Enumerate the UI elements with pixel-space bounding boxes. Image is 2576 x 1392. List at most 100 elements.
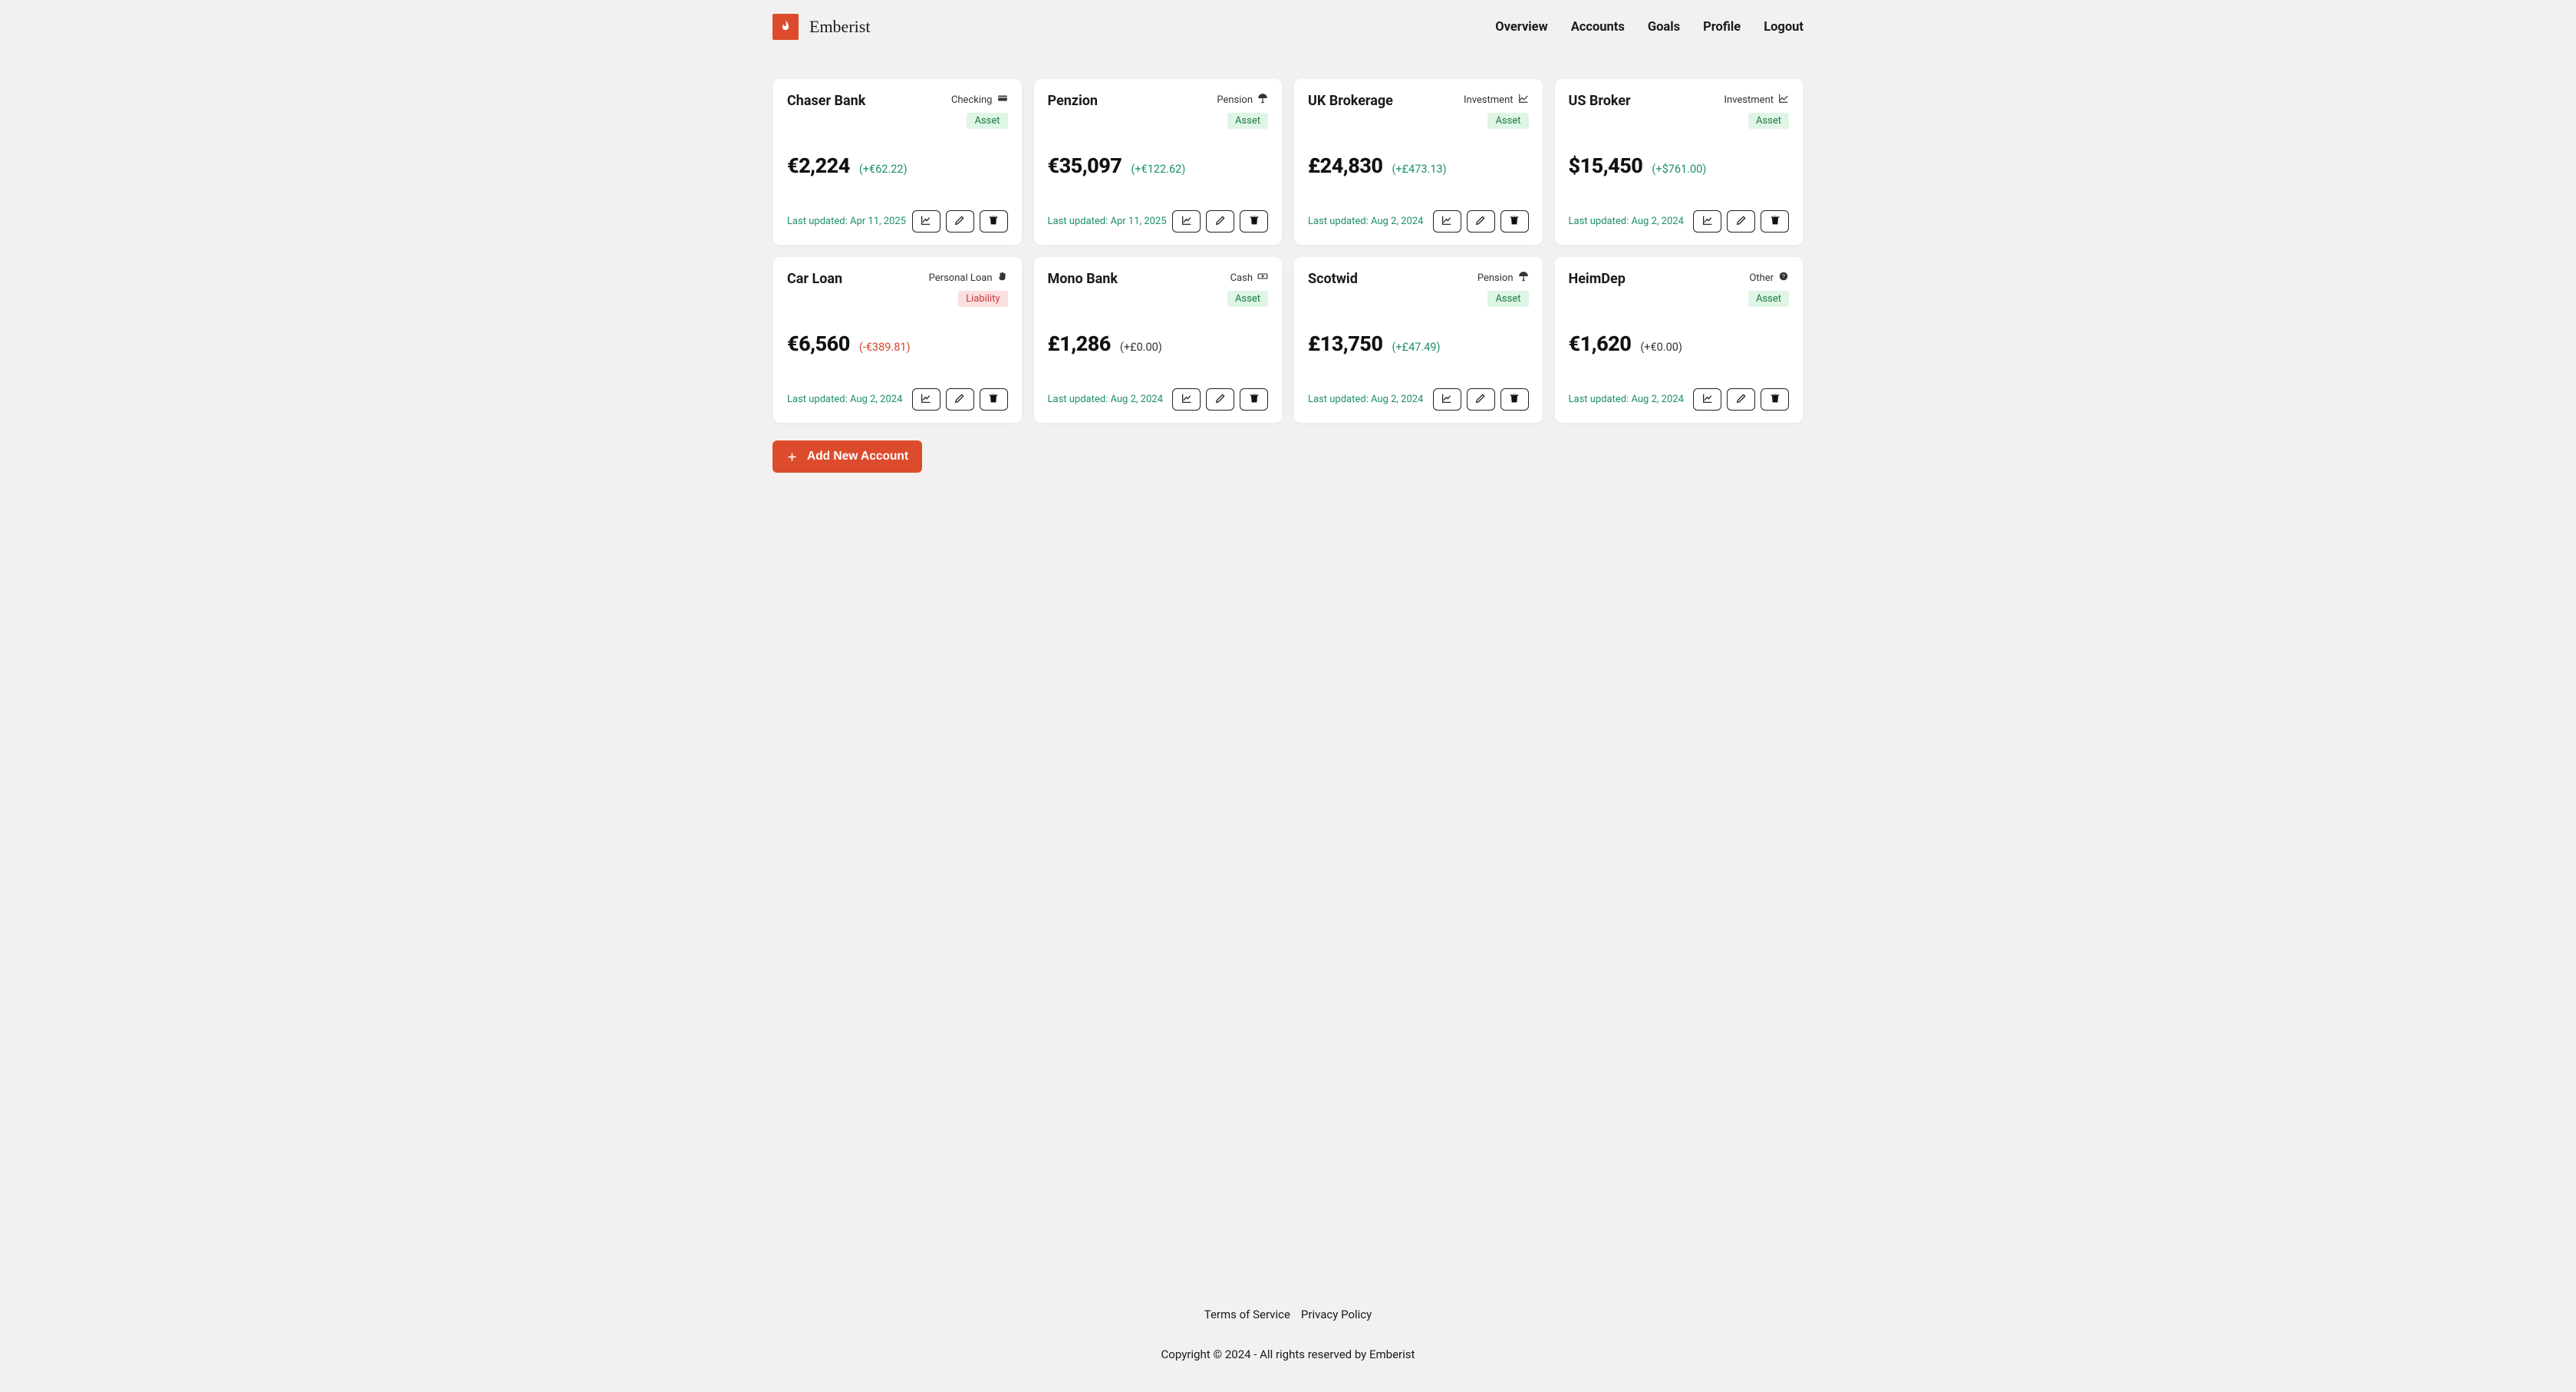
delete-button[interactable] xyxy=(1761,210,1789,233)
chart-button[interactable] xyxy=(1172,388,1201,411)
flame-icon xyxy=(772,14,799,40)
account-name: UK Brokerage xyxy=(1308,93,1393,109)
pencil-icon xyxy=(1214,392,1227,407)
add-account-button[interactable]: Add New Account xyxy=(772,440,922,473)
trash-icon xyxy=(1248,392,1260,407)
line-chart-icon xyxy=(920,392,932,407)
trash-icon xyxy=(987,392,1000,407)
chart-button[interactable] xyxy=(1693,388,1721,411)
pencil-icon xyxy=(954,214,966,229)
account-type: Cash xyxy=(1230,271,1268,285)
chart-button[interactable] xyxy=(912,388,940,411)
brand-name: Emberist xyxy=(809,17,870,37)
delete-button[interactable] xyxy=(980,210,1008,233)
account-card: UK Brokerage Investment Asset £24,830 (+… xyxy=(1293,78,1543,246)
account-name: Mono Bank xyxy=(1048,271,1118,287)
account-updated: Last updated: Aug 2, 2024 xyxy=(1048,394,1163,405)
trash-icon xyxy=(1508,392,1520,407)
edit-button[interactable] xyxy=(1727,388,1755,411)
edit-button[interactable] xyxy=(1727,210,1755,233)
svg-text:?: ? xyxy=(1782,274,1785,279)
account-value: €35,097 xyxy=(1048,153,1122,178)
account-value: £24,830 xyxy=(1308,153,1382,178)
account-type: Personal Loan xyxy=(929,271,1008,285)
line-chart-icon xyxy=(1518,93,1529,107)
account-card: Scotwid Pension Asset £13,750 (+£47.49) … xyxy=(1293,256,1543,424)
edit-button[interactable] xyxy=(946,388,974,411)
account-updated: Last updated: Aug 2, 2024 xyxy=(1569,394,1684,405)
main-nav: Overview Accounts Goals Profile Logout xyxy=(1495,20,1804,35)
account-delta: (+€122.62) xyxy=(1131,163,1185,176)
edit-button[interactable] xyxy=(1206,210,1234,233)
umbrella-icon xyxy=(1518,271,1529,285)
trash-icon xyxy=(1769,392,1781,407)
account-type: Investment xyxy=(1724,93,1789,107)
edit-button[interactable] xyxy=(946,210,974,233)
nav-accounts[interactable]: Accounts xyxy=(1571,20,1625,35)
delete-button[interactable] xyxy=(1500,210,1529,233)
account-badge: Liability xyxy=(958,291,1007,307)
nav-goals[interactable]: Goals xyxy=(1648,20,1680,35)
account-type: Pension xyxy=(1217,93,1268,107)
nav-logout[interactable]: Logout xyxy=(1764,20,1804,35)
account-value: £1,286 xyxy=(1048,332,1111,356)
pencil-icon xyxy=(1735,392,1748,407)
edit-button[interactable] xyxy=(1467,210,1495,233)
pencil-icon xyxy=(1474,214,1487,229)
umbrella-icon xyxy=(1257,93,1268,107)
chart-button[interactable] xyxy=(1693,210,1721,233)
account-type: Pension xyxy=(1477,271,1529,285)
trash-icon xyxy=(1248,214,1260,229)
pencil-icon xyxy=(1474,392,1487,407)
brand-home[interactable]: Emberist xyxy=(772,14,870,40)
accounts-grid: Chaser Bank Checking Asset €2,224 (+€62.… xyxy=(772,78,1804,424)
account-delta: (+€62.22) xyxy=(859,163,908,176)
edit-button[interactable] xyxy=(1467,388,1495,411)
line-chart-icon xyxy=(1181,392,1193,407)
line-chart-icon xyxy=(1701,214,1714,229)
line-chart-icon xyxy=(1778,93,1789,107)
delete-button[interactable] xyxy=(1500,388,1529,411)
nav-overview[interactable]: Overview xyxy=(1495,20,1547,35)
account-badge: Asset xyxy=(1487,291,1528,307)
account-value: €6,560 xyxy=(787,332,850,356)
delete-button[interactable] xyxy=(1240,210,1268,233)
account-type: Other ? xyxy=(1749,271,1789,285)
account-updated: Last updated: Aug 2, 2024 xyxy=(1569,216,1684,227)
money-icon xyxy=(1257,271,1268,285)
account-card: US Broker Investment Asset $15,450 (+$76… xyxy=(1554,78,1804,246)
trash-icon xyxy=(987,214,1000,229)
nav-profile[interactable]: Profile xyxy=(1703,20,1741,35)
account-badge: Asset xyxy=(1227,291,1268,307)
delete-button[interactable] xyxy=(1240,388,1268,411)
chart-button[interactable] xyxy=(1433,388,1461,411)
chart-button[interactable] xyxy=(1172,210,1201,233)
delete-button[interactable] xyxy=(1761,388,1789,411)
line-chart-icon xyxy=(1701,392,1714,407)
footer-copyright: Copyright © 2024 - All rights reserved b… xyxy=(0,1347,2576,1361)
account-updated: Last updated: Aug 2, 2024 xyxy=(787,394,902,405)
account-card: HeimDep Other ? Asset €1,620 (+€0.00) La… xyxy=(1554,256,1804,424)
pencil-icon xyxy=(954,392,966,407)
account-updated: Last updated: Aug 2, 2024 xyxy=(1308,394,1423,405)
account-badge: Asset xyxy=(967,113,1007,129)
chart-button[interactable] xyxy=(1433,210,1461,233)
question-icon: ? xyxy=(1778,271,1789,285)
account-name: Scotwid xyxy=(1308,271,1358,287)
pencil-icon xyxy=(1735,214,1748,229)
delete-button[interactable] xyxy=(980,388,1008,411)
line-chart-icon xyxy=(920,214,932,229)
account-updated: Last updated: Aug 2, 2024 xyxy=(1308,216,1423,227)
account-card: Car Loan Personal Loan Liability €6,560 … xyxy=(772,256,1023,424)
account-badge: Asset xyxy=(1487,113,1528,129)
account-value: £13,750 xyxy=(1308,332,1382,356)
edit-button[interactable] xyxy=(1206,388,1234,411)
line-chart-icon xyxy=(1441,214,1453,229)
credit-card-icon xyxy=(997,93,1008,107)
account-delta: (+$761.00) xyxy=(1652,163,1706,176)
account-name: Car Loan xyxy=(787,271,842,287)
footer-terms[interactable]: Terms of Service xyxy=(1204,1308,1290,1321)
footer-privacy[interactable]: Privacy Policy xyxy=(1301,1308,1372,1321)
account-badge: Asset xyxy=(1748,113,1789,129)
chart-button[interactable] xyxy=(912,210,940,233)
